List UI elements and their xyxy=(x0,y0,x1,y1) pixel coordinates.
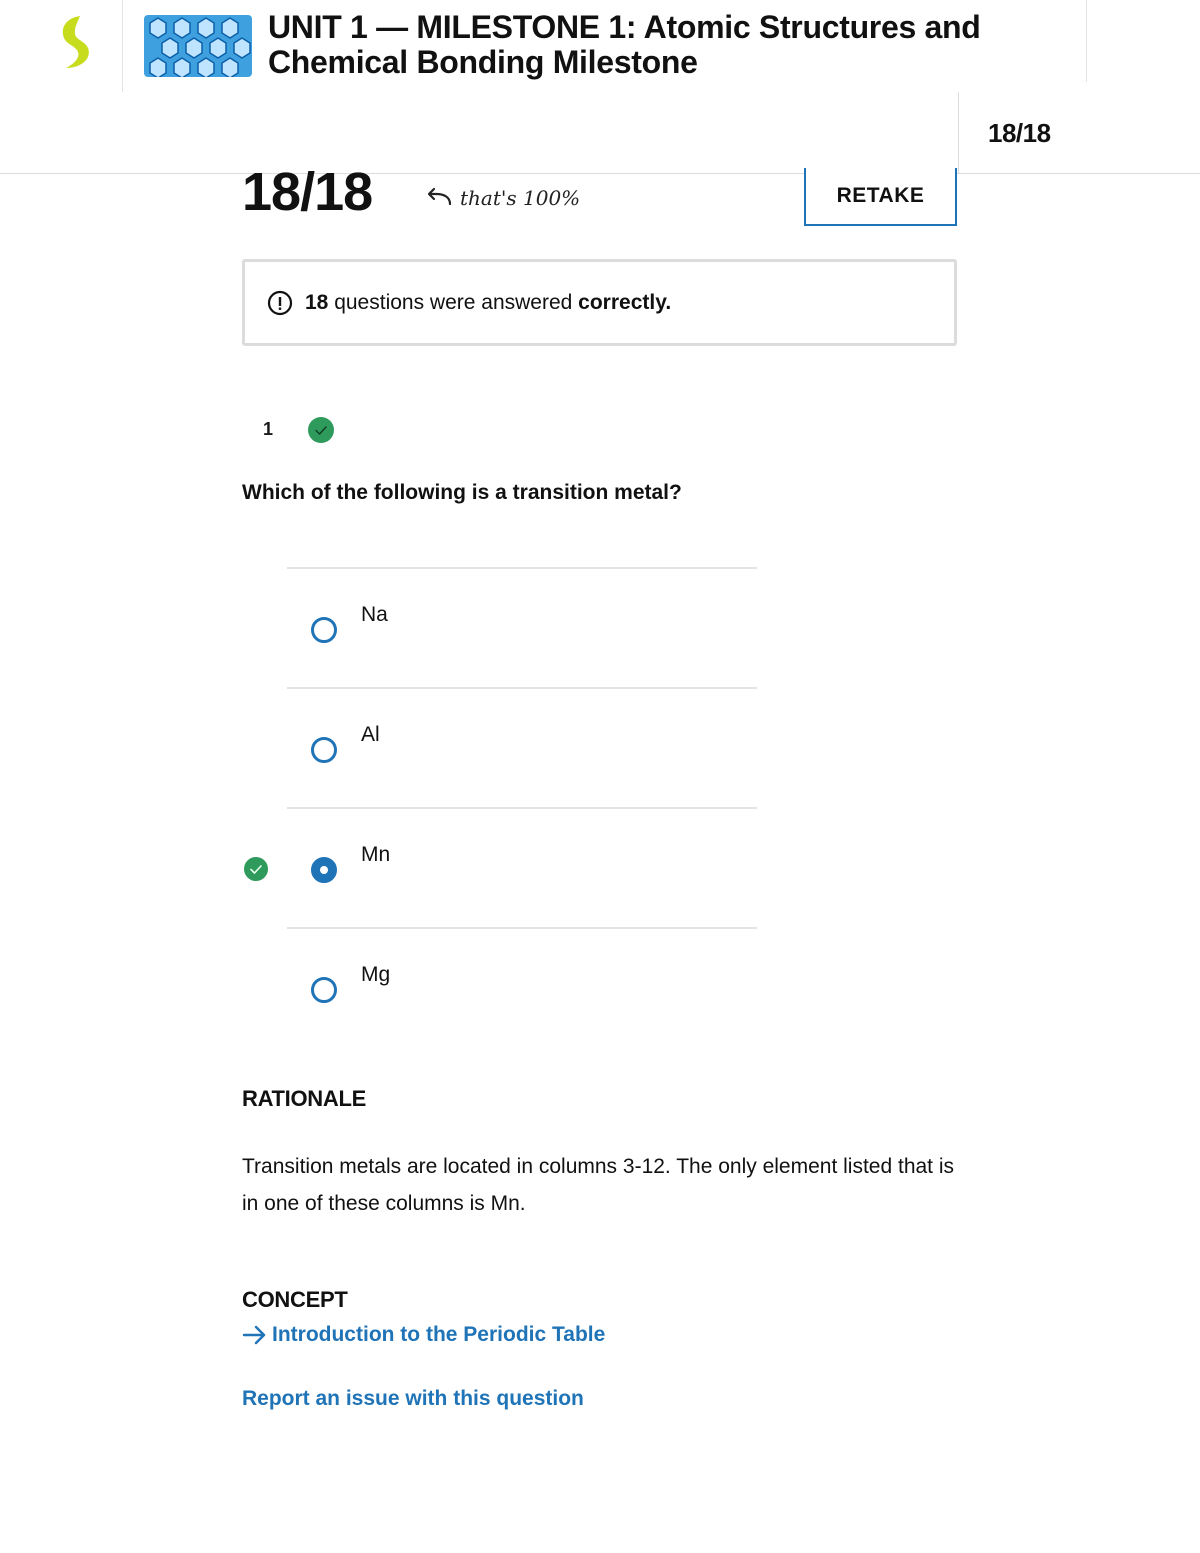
arrow-right-icon xyxy=(242,1325,266,1345)
rationale-heading: RATIONALE xyxy=(242,1086,366,1111)
subbar-divider xyxy=(958,92,959,174)
molecule-pattern-icon xyxy=(144,15,252,77)
header-bottom-border xyxy=(0,173,1200,174)
header-score: 18/18 xyxy=(988,118,1051,148)
header-divider xyxy=(1086,0,1087,82)
header-divider xyxy=(122,0,123,92)
info-text: questions were answered xyxy=(328,290,579,314)
answer-options: Na Al Mn Mg xyxy=(287,567,757,1047)
concept-heading: CONCEPT xyxy=(242,1287,348,1312)
top-header: UNIT 1 — MILESTONE 1: Atomic Structures … xyxy=(0,0,1200,175)
radio-button[interactable] xyxy=(311,737,337,763)
concept-link[interactable]: Introduction to the Periodic Table xyxy=(242,1323,605,1347)
retake-button[interactable]: RETAKE xyxy=(804,168,957,226)
correct-check-icon xyxy=(308,417,334,443)
sophia-logo-icon[interactable] xyxy=(50,12,102,72)
unit-thumbnail xyxy=(144,15,252,77)
radio-button-selected[interactable] xyxy=(311,857,337,883)
annotation-text: that's 100% xyxy=(460,186,581,210)
info-count: 18 xyxy=(305,290,329,314)
option-label: Na xyxy=(361,603,388,626)
answer-option[interactable]: Na xyxy=(287,567,757,687)
score-value: 18/18 xyxy=(242,162,373,222)
info-icon xyxy=(267,290,293,315)
option-label: Mg xyxy=(361,963,391,986)
correct-answer-check-icon xyxy=(244,857,268,881)
unit-title: UNIT 1 — MILESTONE 1: Atomic Structures … xyxy=(268,9,981,80)
info-emphasis: correctly. xyxy=(578,290,672,314)
question-text: Which of the following is a transition m… xyxy=(242,481,682,504)
question-number: 1 xyxy=(263,419,274,439)
concept-link-label: Introduction to the Periodic Table xyxy=(272,1323,606,1346)
score-annotation: that's 100% xyxy=(424,186,580,210)
curved-arrow-icon xyxy=(427,187,452,206)
option-label: Mn xyxy=(361,843,391,866)
answer-option[interactable]: Mn xyxy=(287,807,757,927)
results-info-box: 18 questions were answered correctly. xyxy=(242,259,957,346)
radio-button[interactable] xyxy=(311,617,337,643)
info-message: 18 questions were answered correctly. xyxy=(305,291,671,315)
answer-option[interactable]: Mg xyxy=(287,927,757,1047)
rationale-text: Transition metals are located in columns… xyxy=(242,1155,955,1215)
radio-button[interactable] xyxy=(311,977,337,1003)
answer-option[interactable]: Al xyxy=(287,687,757,807)
report-issue-link[interactable]: Report an issue with this question xyxy=(242,1387,584,1411)
option-label: Al xyxy=(361,723,380,746)
